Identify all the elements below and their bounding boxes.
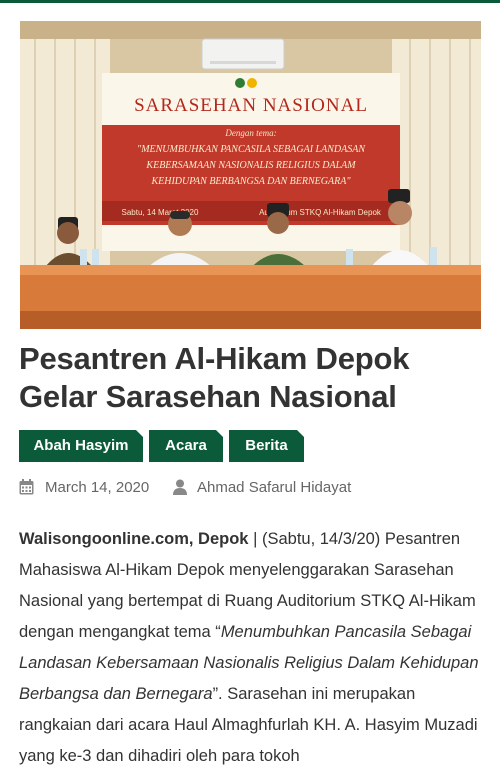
tag-abah-hasyim[interactable]: Abah Hasyim (19, 430, 143, 462)
featured-image[interactable]: SARASEHAN NASIONAL Dengan tema: "MENUMBU… (20, 21, 481, 329)
banner-theme-line-3: KEHIDUPAN BERBANGSA DAN BERNEGARA" (150, 176, 351, 187)
banner-heading: SARASEHAN NASIONAL (134, 95, 368, 116)
article-body: Walisongoonline.com, Depok | (Sabtu, 14/… (19, 524, 483, 772)
banner-subheading: Dengan tema: (224, 128, 276, 138)
top-accent-bar (0, 0, 500, 3)
banner-theme-line-1: "MENUMBUHKAN PANCASILA SEBAGAI LANDASAN (137, 144, 366, 155)
calendar-icon (19, 479, 34, 495)
tag-acara[interactable]: Acara (149, 430, 223, 462)
article-title: Pesantren Al-Hikam Depok Gelar Sarasehan… (19, 341, 410, 414)
source-label: Walisongoonline.com, Depok (19, 530, 249, 548)
source-separator: | (248, 530, 262, 548)
user-icon (173, 479, 187, 495)
featured-photo: SARASEHAN NASIONAL Dengan tema: "MENUMBU… (20, 21, 481, 329)
post-date-text: March 14, 2020 (45, 479, 150, 496)
tag-berita[interactable]: Berita (229, 430, 304, 462)
post-author-text: Ahmad Safarul Hidayat (197, 479, 352, 496)
banner-theme-line-2: KEBERSAMAAN NASIONALIS RELIGIUS DALAM (145, 160, 356, 171)
